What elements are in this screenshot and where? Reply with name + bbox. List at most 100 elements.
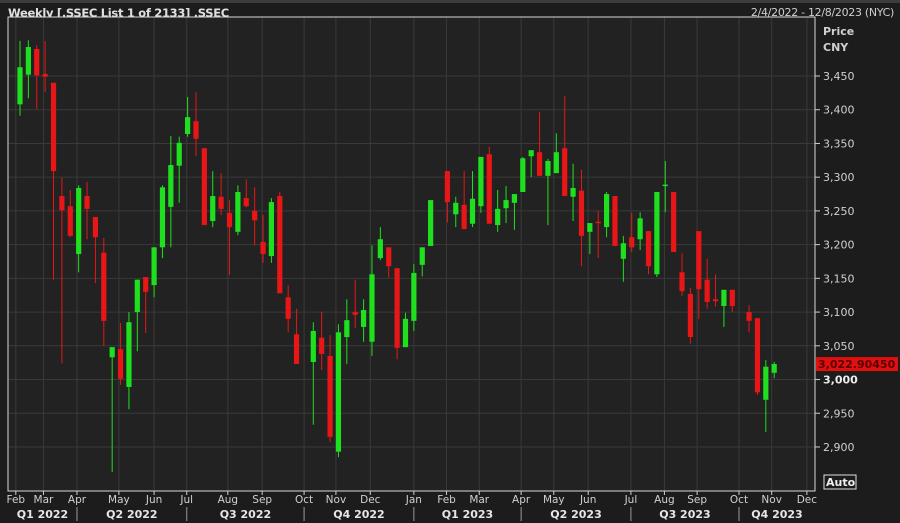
candle-body bbox=[159, 187, 166, 248]
candle-body bbox=[620, 243, 626, 259]
candle-body bbox=[59, 196, 65, 211]
y-tick-label: 3,350 bbox=[823, 137, 855, 150]
x-month-label: Feb bbox=[437, 494, 456, 506]
candle-body bbox=[226, 212, 233, 228]
candle-body bbox=[578, 190, 585, 236]
x-month-label: Apr bbox=[68, 494, 87, 506]
candle-body bbox=[67, 206, 73, 236]
candle-body bbox=[696, 231, 702, 290]
candle-body bbox=[453, 202, 459, 215]
auto-label[interactable]: Auto bbox=[826, 476, 856, 489]
x-month-label: Jul bbox=[624, 494, 638, 506]
candle-body bbox=[143, 277, 149, 292]
x-month-label: Aug bbox=[218, 494, 239, 506]
candle-body bbox=[377, 239, 383, 259]
candle-body bbox=[469, 198, 476, 224]
candle-body bbox=[671, 192, 677, 253]
x-month-label: Mar bbox=[469, 494, 489, 506]
candle-body bbox=[386, 247, 392, 267]
x-month-label: Sep bbox=[252, 494, 272, 506]
x-quarter-label: Q4 2022 bbox=[333, 508, 384, 521]
candle-body bbox=[117, 349, 124, 379]
candle-body bbox=[712, 299, 719, 302]
candle-body bbox=[679, 272, 685, 292]
candle-down bbox=[687, 287, 693, 344]
y-unit-currency: CNY bbox=[823, 41, 849, 54]
candlestick-chart[interactable]: 2,900 2,950 3,000 3,050 3,100 3,150 3,200 3,250… bbox=[0, 0, 900, 523]
candle-up bbox=[335, 324, 342, 458]
candle-up bbox=[520, 156, 526, 193]
x-quarter-label: Q2 2022 bbox=[106, 508, 157, 521]
candle-body bbox=[654, 192, 660, 275]
x-month-label: Dec bbox=[360, 494, 381, 506]
candle-body bbox=[268, 202, 274, 257]
x-month-label: Feb bbox=[7, 494, 26, 506]
candle-body bbox=[84, 196, 90, 209]
candle-body bbox=[528, 150, 534, 157]
candle-down bbox=[754, 318, 761, 396]
x-month-label: Oct bbox=[295, 494, 313, 506]
candle-body bbox=[461, 204, 467, 230]
candle-body bbox=[235, 192, 241, 232]
candle-up bbox=[268, 198, 274, 263]
candle-down bbox=[612, 196, 618, 246]
candle-body bbox=[352, 312, 358, 315]
candle-body bbox=[17, 67, 23, 105]
candle-body bbox=[645, 231, 652, 267]
y-tick-label: 3,100 bbox=[823, 306, 855, 319]
candle-body bbox=[344, 320, 350, 338]
candle-body bbox=[193, 121, 199, 139]
candle-down bbox=[486, 146, 492, 224]
x-month-label: Apr bbox=[512, 494, 531, 506]
candle-down bbox=[394, 268, 400, 360]
x-month-label: Jun bbox=[145, 494, 162, 506]
x-month-label: Nov bbox=[326, 494, 347, 506]
candle-body bbox=[428, 200, 434, 246]
candle-body bbox=[612, 196, 618, 246]
candle-body bbox=[704, 279, 710, 302]
candle-body bbox=[243, 198, 249, 207]
last-price-label: 3,022.90450 bbox=[818, 358, 896, 371]
candle-body bbox=[25, 46, 31, 75]
candle-body bbox=[42, 73, 48, 77]
candle-body bbox=[746, 312, 752, 321]
auto-scale-button[interactable]: Auto bbox=[823, 474, 857, 490]
candle-body bbox=[754, 318, 761, 393]
x-month-label: May bbox=[543, 494, 565, 506]
candle-body bbox=[310, 330, 316, 362]
x-quarter-label: Q3 2023 bbox=[659, 508, 710, 521]
candle-body bbox=[411, 272, 417, 321]
y-tick-label: 2,950 bbox=[823, 407, 855, 420]
candle-down bbox=[671, 192, 677, 253]
candle-body bbox=[168, 165, 174, 207]
candle-body bbox=[252, 210, 258, 221]
candle-body bbox=[444, 171, 450, 203]
candle-body bbox=[478, 156, 484, 207]
x-month-label: May bbox=[108, 494, 130, 506]
x-month-label: Jul bbox=[179, 494, 193, 506]
candle-body bbox=[536, 152, 543, 176]
candle-body bbox=[176, 142, 182, 166]
candle-body bbox=[687, 293, 693, 338]
candle-body bbox=[637, 218, 643, 240]
y-tick-label: 3,400 bbox=[823, 104, 855, 117]
candle-body bbox=[729, 289, 735, 307]
x-quarter-label: Q1 2023 bbox=[442, 508, 493, 521]
candle-body bbox=[553, 152, 559, 174]
candle-body bbox=[419, 247, 425, 265]
x-month-label: Nov bbox=[761, 494, 782, 506]
candle-body bbox=[285, 297, 291, 319]
candle-body bbox=[771, 364, 777, 373]
candle-body bbox=[662, 184, 668, 187]
y-tick-label: 3,150 bbox=[823, 272, 855, 285]
candle-body bbox=[210, 196, 216, 222]
candle-body bbox=[486, 154, 492, 224]
candle-up bbox=[428, 200, 434, 246]
candle-body bbox=[109, 347, 115, 358]
candle-body bbox=[394, 268, 400, 348]
candle-body bbox=[629, 237, 635, 248]
x-quarter-label: Q1 2022 bbox=[17, 508, 68, 521]
candle-body bbox=[604, 194, 610, 228]
candle-body bbox=[151, 247, 157, 286]
y-tick-label: 3,450 bbox=[823, 70, 855, 83]
